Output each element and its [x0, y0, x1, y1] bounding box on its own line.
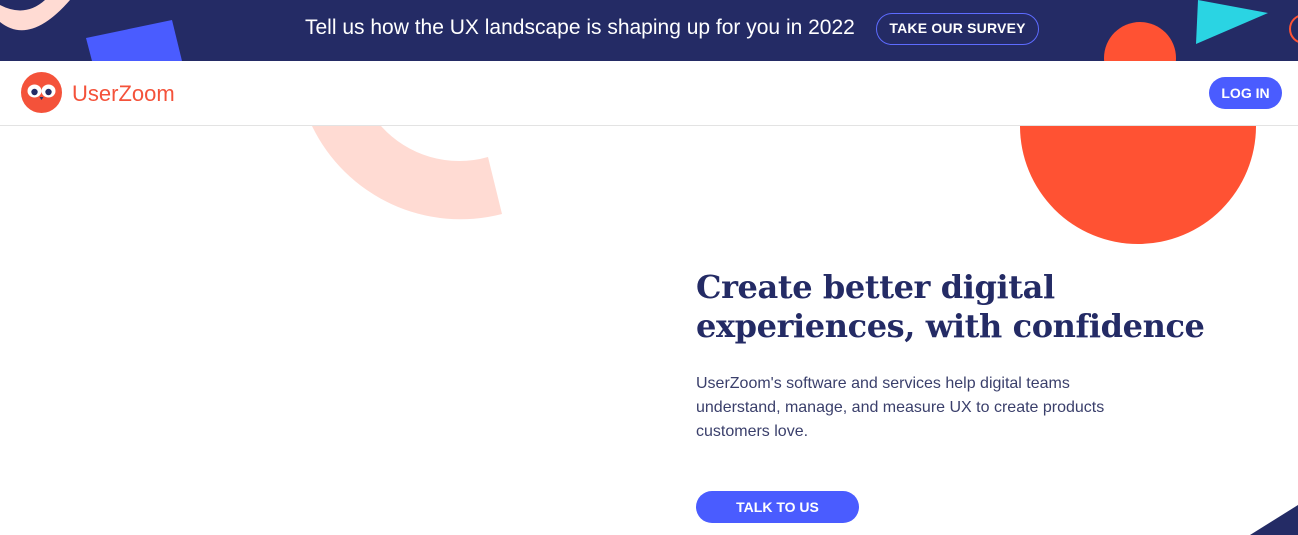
brand-logo-text[interactable]: UserZoom [72, 81, 175, 107]
take-survey-button[interactable]: TAKE OUR SURVEY [876, 13, 1039, 45]
hero-description: UserZoom's software and services help di… [696, 375, 1105, 440]
navy-corner-shape [1250, 505, 1298, 535]
owl-logo-icon[interactable] [21, 72, 62, 113]
cyan-triangle-shape [1196, 0, 1268, 44]
talk-to-us-button[interactable]: TALK TO US [696, 491, 859, 523]
orange-circle-shape [1020, 126, 1256, 244]
blue-square-shape [86, 20, 182, 61]
log-in-button[interactable]: LOG IN [1209, 77, 1282, 109]
orange-ring-shape [1289, 15, 1298, 43]
announcement-banner: Tell us how the UX landscape is shaping … [0, 0, 1298, 61]
peach-ring-shape [0, 0, 70, 31]
hero-title: Create better digital experiences, with … [696, 268, 1205, 345]
orange-dot-shape [1104, 22, 1176, 61]
site-header: UserZoom LOG IN [0, 61, 1298, 126]
banner-message: Tell us how the UX landscape is shaping … [305, 16, 855, 39]
peach-arc-shape [312, 126, 502, 220]
